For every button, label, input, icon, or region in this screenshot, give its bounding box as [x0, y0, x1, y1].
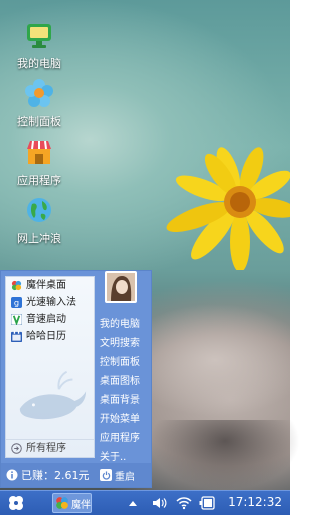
speaker-icon: [153, 498, 167, 508]
input-method-icon: g: [11, 297, 22, 308]
start-menu-system-pane: 我的电脑 文明搜索 控制面板 桌面图标 桌面背景 开始菜单 应用程序 关于..: [100, 315, 152, 467]
battery-indicator[interactable]: [199, 494, 217, 512]
battery-icon: [199, 496, 215, 510]
taskbar: 魔伴 17:12:32: [0, 490, 290, 515]
whale-watermark-icon: [19, 370, 87, 420]
menu-item-search[interactable]: 文明搜索: [100, 334, 152, 353]
pinwheel-icon: [11, 280, 22, 291]
tray-expand-button[interactable]: [128, 494, 138, 512]
taskbar-app-moban[interactable]: 魔伴: [52, 493, 92, 513]
menu-item-label: 哈哈日历: [26, 331, 66, 342]
menu-item-my-computer[interactable]: 我的电脑: [100, 315, 152, 334]
desktop-icon-label: 网上冲浪: [17, 232, 61, 245]
control-panel-icon: [25, 79, 53, 107]
desktop-icon-applications[interactable]: 应用程序: [8, 137, 70, 188]
power-icon: [100, 469, 112, 481]
start-menu: 魔伴桌面 g 光速输入法 音速启动 哈哈日历 所有程序 我的电脑 文明搜索 控制…: [0, 270, 152, 488]
wifi-button[interactable]: [176, 494, 192, 512]
user-avatar[interactable]: [105, 271, 137, 303]
svg-text:g: g: [14, 298, 19, 308]
arrow-right-circle-icon: [11, 443, 22, 454]
menu-item-start-menu[interactable]: 开始菜单: [100, 410, 152, 429]
wallpaper-rock: [150, 420, 300, 490]
calendar-icon: [11, 331, 22, 342]
start-menu-programs-pane: 魔伴桌面 g 光速输入法 音速启动 哈哈日历 所有程序: [5, 276, 95, 458]
start-button-pinwheel-icon[interactable]: [6, 494, 26, 512]
menu-item-launcher[interactable]: 音速启动: [6, 311, 94, 328]
menu-item-mobanzhuomian[interactable]: 魔伴桌面: [6, 277, 94, 294]
menu-item-desktop-icons[interactable]: 桌面图标: [100, 372, 152, 391]
menu-item-control-panel[interactable]: 控制面板: [100, 353, 152, 372]
computer-icon: [27, 24, 51, 48]
flower-decoration: [166, 147, 290, 270]
pinwheel-icon: [56, 497, 68, 509]
desktop-icon-label: 控制面板: [17, 115, 61, 128]
earnings-label: 已赚：2.61元: [21, 469, 90, 482]
user-portrait-icon: [107, 273, 135, 301]
restart-button[interactable]: 重启: [100, 468, 135, 483]
volume-button[interactable]: [152, 494, 168, 512]
menu-item-label: 魔伴桌面: [26, 280, 66, 291]
store-icon: [27, 140, 51, 164]
info-icon: [6, 469, 18, 481]
all-programs-button[interactable]: 所有程序: [6, 439, 94, 457]
globe-icon: [27, 198, 51, 222]
taskbar-clock[interactable]: 17:12:32: [228, 495, 282, 509]
desktop-icon-my-computer[interactable]: 我的电脑: [8, 20, 70, 71]
desktop-icon-label: 我的电脑: [17, 57, 61, 70]
wifi-icon: [176, 497, 192, 510]
launcher-icon: [11, 314, 22, 325]
menu-item-applications[interactable]: 应用程序: [100, 429, 152, 448]
menu-item-label: 音速启动: [26, 314, 66, 325]
start-menu-footer: 已赚：2.61元 重启: [1, 463, 151, 487]
menu-item-desktop-background[interactable]: 桌面背景: [100, 391, 152, 410]
restart-label: 重启: [115, 471, 135, 483]
menu-item-label: 光速输入法: [26, 297, 76, 308]
menu-item-input-method[interactable]: g 光速输入法: [6, 294, 94, 311]
earnings-display: 已赚：2.61元: [1, 467, 100, 483]
menu-item-calendar[interactable]: 哈哈日历: [6, 328, 94, 345]
taskbar-app-label: 魔伴: [71, 499, 91, 511]
desktop-icon-control-panel[interactable]: 控制面板: [8, 78, 70, 129]
chevron-up-icon: [129, 501, 137, 506]
desktop-icon-internet[interactable]: 网上冲浪: [8, 195, 70, 246]
all-programs-label: 所有程序: [26, 442, 66, 454]
desktop-icon-label: 应用程序: [17, 174, 61, 187]
